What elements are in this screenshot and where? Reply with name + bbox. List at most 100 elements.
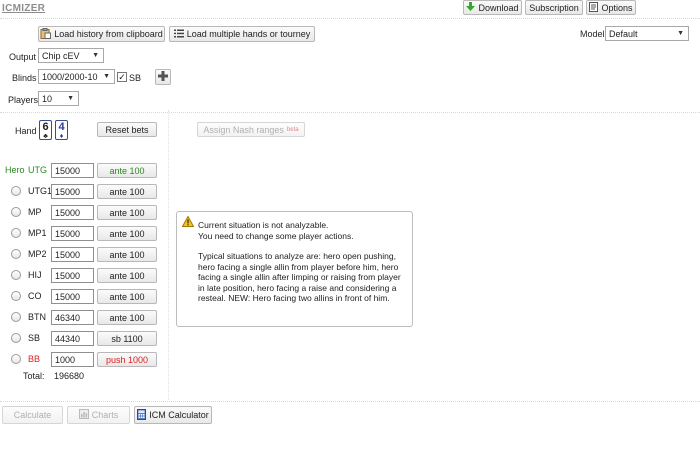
total-label: Total: xyxy=(23,371,45,381)
player-action-label: ante 100 xyxy=(109,165,145,176)
player-action-label: ante 100 xyxy=(109,249,145,260)
total-value: 196680 xyxy=(54,371,85,381)
hero-select-radio[interactable] xyxy=(11,333,21,343)
bottom-divider xyxy=(0,401,700,402)
player-action-button[interactable]: ante 100 xyxy=(97,184,157,199)
player-action-button[interactable]: ante 100 xyxy=(97,289,157,304)
column-divider xyxy=(168,110,169,400)
club-icon: ♣ xyxy=(43,133,48,140)
message-line-1: Current situation is not analyzable. xyxy=(198,220,329,230)
calculate-button[interactable]: Calculate xyxy=(2,406,63,424)
chevron-down-icon: ▼ xyxy=(92,52,99,59)
charts-label: Charts xyxy=(91,410,119,420)
assign-nash-button[interactable]: Assign Nash ranges beta xyxy=(197,122,305,137)
player-position: MP1 xyxy=(28,228,47,238)
diamond-icon: ♦ xyxy=(59,133,64,140)
player-action-button[interactable]: sb 1100 xyxy=(97,331,157,346)
stack-value: 15000 xyxy=(55,207,81,218)
blinds-label: Blinds xyxy=(12,73,37,83)
subscription-label: Subscription xyxy=(529,2,579,13)
message-body: Typical situations to analyze are: hero … xyxy=(198,251,401,303)
player-action-label: ante 100 xyxy=(109,270,145,281)
download-label: Download xyxy=(478,2,519,13)
stack-input[interactable]: 15000 xyxy=(51,205,94,220)
hero-select-radio[interactable] xyxy=(11,186,21,196)
settings-divider xyxy=(0,112,700,113)
hero-select-radio[interactable] xyxy=(11,270,21,280)
hero-select-radio[interactable] xyxy=(11,291,21,301)
model-label: Model xyxy=(580,29,605,39)
options-button[interactable]: Options xyxy=(586,0,636,15)
player-position: HIJ xyxy=(28,270,42,280)
hole-card[interactable]: 6 ♣ xyxy=(39,120,52,140)
hero-select-radio[interactable] xyxy=(11,354,21,364)
hero-select-radio[interactable] xyxy=(11,228,21,238)
player-action-button[interactable]: ante 100 xyxy=(97,268,157,283)
icm-calculator-button[interactable]: ICM Calculator xyxy=(134,406,212,424)
output-select[interactable]: Chip cEV ▼ xyxy=(38,48,104,63)
load-history-button[interactable]: Load history from clipboard xyxy=(38,26,165,42)
player-action-label: ante 100 xyxy=(109,207,145,218)
calculator-icon xyxy=(137,408,147,422)
stack-input[interactable]: 46340 xyxy=(51,310,94,325)
players-label: Players xyxy=(8,95,39,105)
model-select[interactable]: Default ▼ xyxy=(605,26,689,41)
player-action-label: ante 100 xyxy=(109,291,145,302)
options-icon xyxy=(589,1,599,14)
player-position: CO xyxy=(28,291,42,301)
hero-select-radio[interactable] xyxy=(11,249,21,259)
stack-input[interactable]: 15000 xyxy=(51,268,94,283)
player-action-button[interactable]: ante 100 xyxy=(97,310,157,325)
chart-icon xyxy=(78,409,89,421)
player-action-label: ante 100 xyxy=(109,312,145,323)
output-value: Chip cEV xyxy=(42,50,80,61)
blinds-value: 1000/2000-10 xyxy=(42,71,98,82)
players-select[interactable]: 10 ▼ xyxy=(38,91,79,106)
player-action-label: sb 1100 xyxy=(111,333,143,344)
stack-value: 44340 xyxy=(55,333,81,344)
stack-value: 15000 xyxy=(55,228,81,239)
output-label: Output xyxy=(9,52,37,62)
load-multiple-button[interactable]: Load multiple hands or tourney xyxy=(169,26,315,42)
stack-input[interactable]: 15000 xyxy=(51,226,94,241)
player-position: UTG xyxy=(28,165,47,175)
stack-input[interactable]: 15000 xyxy=(51,184,94,199)
charts-button[interactable]: Charts xyxy=(67,406,130,424)
player-action-button[interactable]: ante 100 xyxy=(97,163,157,178)
hero-select-radio[interactable] xyxy=(11,207,21,217)
plus-icon xyxy=(158,71,168,83)
stack-input[interactable]: 1000 xyxy=(51,352,94,367)
sb-checkbox[interactable]: ✓ xyxy=(117,72,127,82)
player-action-label: ante 100 xyxy=(109,228,145,239)
hole-card[interactable]: 4 ♦ xyxy=(55,120,68,140)
stack-input[interactable]: 15000 xyxy=(51,247,94,262)
stack-input[interactable]: 15000 xyxy=(51,289,94,304)
chevron-down-icon: ▼ xyxy=(103,73,110,80)
hero-select-radio[interactable] xyxy=(11,312,21,322)
hero-label: Hero xyxy=(5,165,25,175)
list-icon xyxy=(173,29,184,40)
stack-value: 15000 xyxy=(55,186,81,197)
download-button[interactable]: Download xyxy=(463,0,522,15)
message-line-2: You need to change some player actions. xyxy=(198,230,354,241)
stack-input[interactable]: 15000 xyxy=(51,163,94,178)
player-position: MP2 xyxy=(28,249,47,259)
player-action-button[interactable]: ante 100 xyxy=(97,205,157,220)
stack-value: 15000 xyxy=(55,249,81,260)
card-rank: 6 xyxy=(42,121,49,133)
hand-label: Hand xyxy=(15,126,37,136)
player-action-button[interactable]: ante 100 xyxy=(97,226,157,241)
player-action-button[interactable]: ante 100 xyxy=(97,247,157,262)
stack-input[interactable]: 44340 xyxy=(51,331,94,346)
options-label: Options xyxy=(601,2,633,13)
subscription-button[interactable]: Subscription xyxy=(525,0,583,15)
beta-badge: beta xyxy=(286,126,299,133)
player-position: BTN xyxy=(28,312,46,322)
stack-value: 15000 xyxy=(55,165,81,176)
blinds-select[interactable]: 1000/2000-10 ▼ xyxy=(38,69,115,84)
clipboard-icon xyxy=(40,27,52,41)
player-action-button[interactable]: push 1000 xyxy=(97,352,157,367)
reset-bets-button[interactable]: Reset bets xyxy=(97,122,157,137)
calculate-label: Calculate xyxy=(13,410,52,420)
add-blind-button[interactable] xyxy=(155,69,171,85)
